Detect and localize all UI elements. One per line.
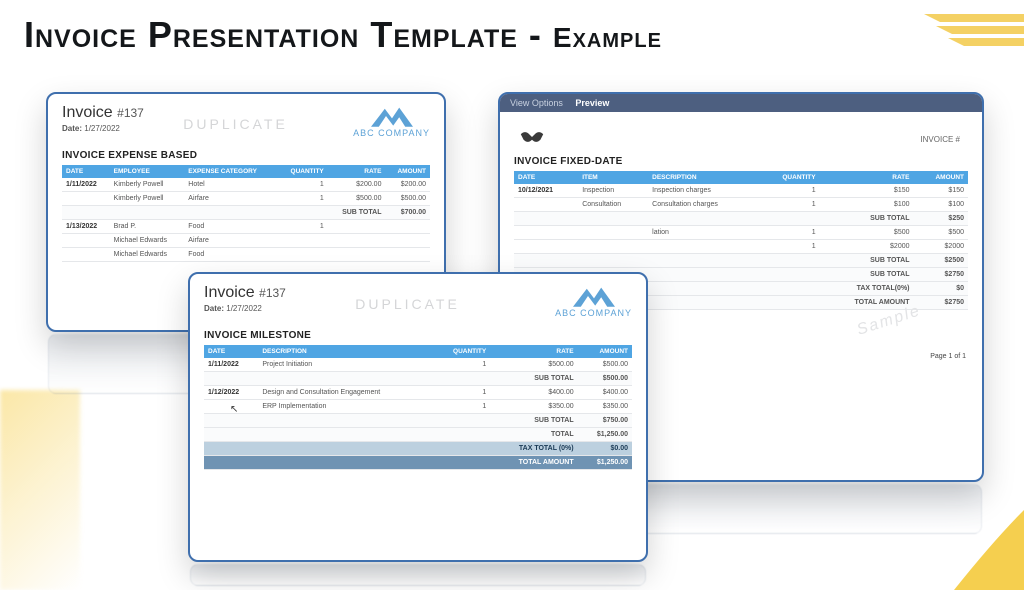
invoice-title: Invoice #137 — [204, 284, 286, 302]
milestone-table: DATEDESCRIPTION QUANTITYRATEAMOUNT 1/11/… — [204, 345, 632, 470]
invoice-title: Invoice #137 — [62, 104, 144, 122]
duplicate-watermark: DUPLICATE — [183, 116, 288, 132]
table-row: Michael EdwardsFood — [62, 248, 430, 262]
subtotal-row: SUB TOTAL$750.00 — [204, 414, 632, 428]
table-row: 10/12/2021InspectionInspection charges1$… — [514, 184, 968, 198]
table-row: 1/13/2022Brad P.Food1 — [62, 220, 430, 234]
duplicate-watermark: DUPLICATE — [355, 296, 460, 312]
table-row: 1/12/2022Design and Consultation Engagem… — [204, 386, 632, 400]
invoice-milestone-panel: DUPLICATE Invoice #137 Date: 1/27/2022 A… — [188, 272, 648, 562]
invoice-number-label: INVOICE # — [514, 135, 960, 144]
cursor-icon: ↖ — [230, 404, 238, 415]
invoice-date: Date: 1/27/2022 — [62, 124, 144, 133]
table-row: ERP Implementation1$350.00$350.00 — [204, 400, 632, 414]
section-label: INVOICE EXPENSE BASED — [62, 150, 430, 161]
subtotal-row: SUB TOTAL$250 — [514, 212, 968, 226]
table-row: lation1$500$500 — [514, 226, 968, 240]
table-row: 1/11/2022Project Initiation1$500.00$500.… — [204, 358, 632, 372]
company-logo: ABC COMPANY — [555, 284, 632, 318]
section-label: INVOICE MILESTONE — [204, 330, 632, 341]
subtotal-row: SUB TOTAL$700.00 — [62, 206, 430, 220]
tab-bar: View Options Preview — [500, 94, 982, 112]
section-label: INVOICE FIXED-DATE — [514, 156, 968, 167]
tab-view-options[interactable]: View Options — [510, 98, 563, 108]
expense-table: DATEEMPLOYEEEXPENSE CATEGORY QUANTITYRAT… — [62, 165, 430, 262]
table-row: Michael EdwardsAirfare — [62, 234, 430, 248]
table-row: Kimberly PowellAirfare1$500.00$500.00 — [62, 192, 430, 206]
table-row: 1/11/2022Kimberly PowellHotel1$200.00$20… — [62, 178, 430, 192]
table-row: 1$2000$2000 — [514, 240, 968, 254]
tab-preview[interactable]: Preview — [575, 98, 609, 108]
table-row: ConsultationConsultation charges1$100$10… — [514, 198, 968, 212]
page-title: Invoice Presentation Template - Example — [24, 14, 1024, 56]
grand-total-row: TOTAL AMOUNT$1,250.00 — [204, 456, 632, 470]
total-row: TOTAL$1,250.00 — [204, 428, 632, 442]
tax-row: TAX TOTAL (0%)$0.00 — [204, 442, 632, 456]
subtotal-row: SUB TOTAL$2500 — [514, 254, 968, 268]
company-logo: ABC COMPANY — [353, 104, 430, 138]
subtotal-row: SUB TOTAL$500.00 — [204, 372, 632, 386]
invoice-date: Date: 1/27/2022 — [204, 304, 286, 313]
reflection — [190, 564, 646, 586]
